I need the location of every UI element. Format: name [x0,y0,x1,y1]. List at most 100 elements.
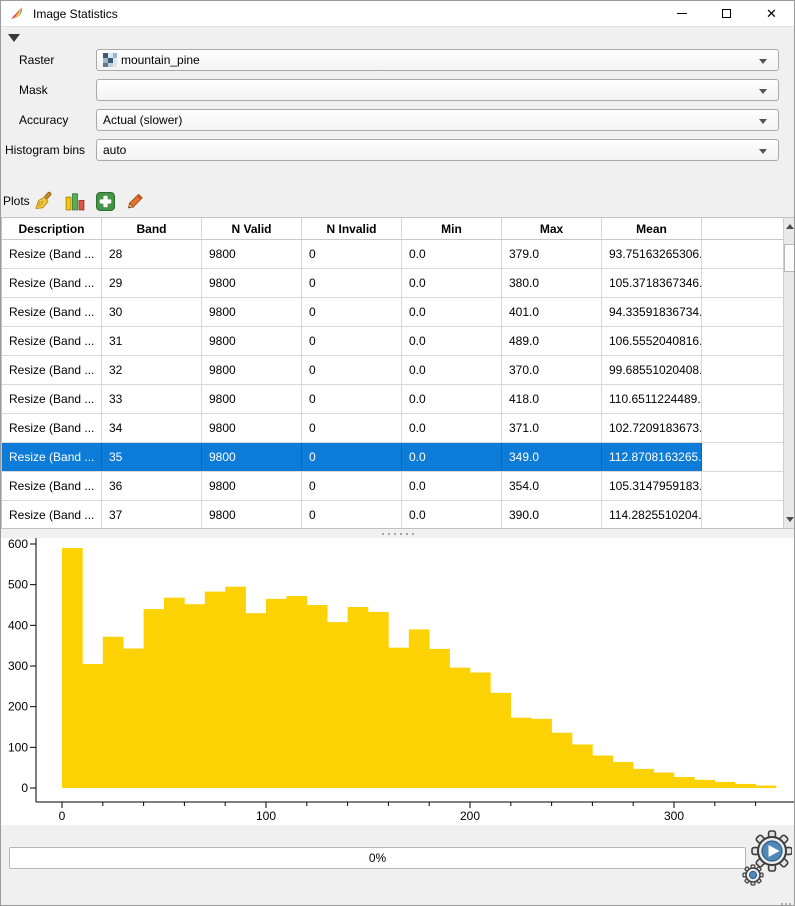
col-max[interactable]: Max [502,218,602,239]
edit-plot-button[interactable] [123,189,147,213]
col-n-invalid[interactable]: N Invalid [302,218,402,239]
col-min[interactable]: Min [402,218,502,239]
table-scrollbar[interactable] [783,218,795,528]
run-button[interactable] [742,828,792,888]
table-cell: 0.0 [402,240,502,268]
table-row[interactable]: Resize (Band ...32980000.0370.099.685510… [2,356,783,385]
histogram-bar [388,648,409,788]
chevron-down-icon [759,119,767,124]
table-row[interactable]: Resize (Band ...31980000.0489.0106.55520… [2,327,783,356]
clear-plots-button[interactable] [31,189,55,213]
table-cell: 0.0 [402,269,502,297]
titlebar: Image Statistics ✕ [1,1,794,27]
scroll-down-button[interactable] [784,511,795,528]
raster-value: mountain_pine [121,53,200,67]
table-cell: 9800 [202,327,302,355]
table-row[interactable]: Resize (Band ...30980000.0401.094.335918… [2,298,783,327]
histogram-bar [511,718,532,788]
table-cell: 0 [302,240,402,268]
histogram-bar [694,780,715,788]
table-cell: 35 [102,443,202,471]
mask-select[interactable] [96,79,779,101]
histogram-bar [409,629,430,788]
histogram-bins-row: Histogram bins auto [1,139,794,161]
collapsible-group-header[interactable] [1,27,794,47]
resize-grip[interactable] [781,903,791,905]
table-cell-filler [702,414,783,442]
minimize-button[interactable] [659,1,704,26]
table-row[interactable]: Resize (Band ...34980000.0371.0102.72091… [2,414,783,443]
histogram-plot: 01002003004005006000100200300 [1,538,795,825]
table-row[interactable]: Resize (Band ...35980000.0349.0112.87081… [2,443,783,472]
table-row[interactable]: Resize (Band ...33980000.0418.0110.65112… [2,385,783,414]
histogram-bar [225,587,246,788]
table-cell: 114.2825510204... [602,501,702,528]
close-button[interactable]: ✕ [749,1,794,26]
broom-icon [33,191,53,211]
table-cell-filler [702,327,783,355]
table-cell: 0.0 [402,327,502,355]
table-row[interactable]: Resize (Band ...29980000.0380.0105.37183… [2,269,783,298]
raster-layer-icon [103,53,117,67]
table-cell: 0 [302,443,402,471]
gear-play-icon [742,828,792,888]
table-cell: 9800 [202,356,302,384]
table-cell: 379.0 [502,240,602,268]
col-mean[interactable]: Mean [602,218,702,239]
histogram-plot-button[interactable] [63,189,87,213]
table-cell: 30 [102,298,202,326]
table-cell: 0.0 [402,472,502,500]
table-cell: 0 [302,472,402,500]
table-cell: Resize (Band ... [2,356,102,384]
add-plot-button[interactable] [93,189,117,213]
scrollbar-thumb[interactable] [784,244,795,272]
table-cell: 9800 [202,298,302,326]
table-cell: 370.0 [502,356,602,384]
table-cell: 0.0 [402,414,502,442]
table-cell: 31 [102,327,202,355]
table-cell: Resize (Band ... [2,385,102,413]
minimize-icon [677,13,687,14]
table-header: Description Band N Valid N Invalid Min M… [2,218,783,240]
col-description[interactable]: Description [2,218,102,239]
table-cell: 9800 [202,443,302,471]
chevron-down-icon [759,89,767,94]
raster-label: Raster [1,53,96,67]
histogram-bins-value: auto [103,143,126,157]
table-cell: 0.0 [402,385,502,413]
histogram-bins-label: Histogram bins [1,143,96,157]
histogram-bins-select[interactable]: auto [96,139,779,161]
table-cell-filler [702,298,783,326]
y-tick-label: 0 [21,781,28,795]
histogram-bar [144,609,165,788]
raster-row: Raster mountain_pine [1,49,794,71]
table-cell: 380.0 [502,269,602,297]
splitter-handle[interactable] [1,529,794,538]
table-row[interactable]: Resize (Band ...36980000.0354.0105.31479… [2,472,783,501]
scroll-down-icon [786,517,794,522]
progress-label: 0% [369,851,386,865]
x-tick-label: 0 [59,809,66,823]
scroll-up-button[interactable] [784,218,795,235]
maximize-button[interactable] [704,1,749,26]
table-row[interactable]: Resize (Band ...37980000.0390.0114.28255… [2,501,783,528]
table-cell: 0 [302,327,402,355]
col-n-valid[interactable]: N Valid [202,218,302,239]
table-cell-filler [702,269,783,297]
table-cell: Resize (Band ... [2,298,102,326]
raster-select[interactable]: mountain_pine [96,49,779,71]
window-title: Image Statistics [33,7,118,21]
table-row[interactable]: Resize (Band ...28980000.0379.093.751632… [2,240,783,269]
table-cell: 0 [302,385,402,413]
table-cell: 0 [302,269,402,297]
col-band[interactable]: Band [102,218,202,239]
y-tick-label: 600 [8,538,28,551]
table-cell: Resize (Band ... [2,472,102,500]
chevron-down-icon [759,149,767,154]
histogram-bar [654,773,675,788]
table-cell: 36 [102,472,202,500]
histogram-bar [633,769,654,788]
histogram-bar [368,612,389,788]
table-cell: 105.3718367346... [602,269,702,297]
accuracy-select[interactable]: Actual (slower) [96,109,779,131]
